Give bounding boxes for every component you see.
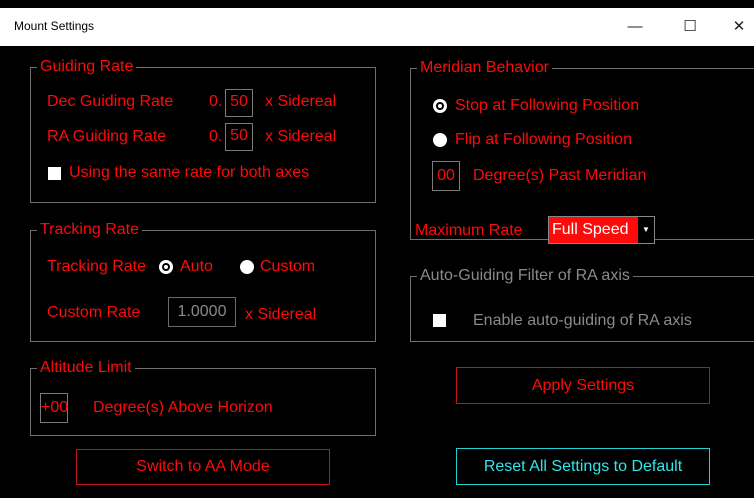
dec-guiding-rate-label: Dec Guiding Rate xyxy=(47,93,174,110)
custom-radio[interactable] xyxy=(240,260,254,274)
dec-guiding-rate-input[interactable]: 50 xyxy=(225,89,253,117)
ra-guiding-rate-input[interactable]: 50 xyxy=(225,123,253,151)
enable-auto-guiding-label: Enable auto-guiding of RA axis xyxy=(473,312,692,329)
enable-auto-guiding-checkbox[interactable] xyxy=(433,314,446,327)
ra-guiding-prefix: 0. xyxy=(209,128,223,145)
settings-panel: Guiding Rate Dec Guiding Rate 0. 50 x Si… xyxy=(0,46,754,498)
custom-label: Custom xyxy=(260,258,316,275)
stop-label: Stop at Following Position xyxy=(455,97,640,114)
guiding-rate-legend: Guiding Rate xyxy=(37,57,137,77)
guiding-rate-group: Guiding Rate Dec Guiding Rate 0. 50 x Si… xyxy=(30,57,376,203)
auto-radio[interactable] xyxy=(159,260,173,274)
maximize-button[interactable]: ☐ xyxy=(667,8,713,46)
auto-label: Auto xyxy=(180,258,213,275)
altitude-limit-group: Altitude Limit +00 Degree(s) Above Horiz… xyxy=(30,358,376,436)
apply-settings-button[interactable]: Apply Settings xyxy=(456,367,710,404)
altitude-limit-input[interactable]: +00 xyxy=(40,393,68,423)
degrees-past-meridian-label: Degree(s) Past Meridian xyxy=(473,167,647,184)
ra-guiding-rate-label: RA Guiding Rate xyxy=(47,128,167,145)
same-rate-label: Using the same rate for both axes xyxy=(69,164,310,181)
minimize-button[interactable]: — xyxy=(612,8,658,46)
altitude-limit-label: Degree(s) Above Horizon xyxy=(93,399,273,416)
custom-rate-label: Custom Rate xyxy=(47,304,141,321)
maximum-rate-label: Maximum Rate xyxy=(415,222,523,239)
switch-aa-mode-button[interactable]: Switch to AA Mode xyxy=(76,449,330,485)
window-title: Mount Settings xyxy=(14,19,95,33)
reset-defaults-button[interactable]: Reset All Settings to Default xyxy=(456,448,710,485)
flip-radio[interactable] xyxy=(433,133,447,147)
tracking-rate-legend: Tracking Rate xyxy=(37,220,142,240)
degrees-past-meridian-input[interactable]: 00 xyxy=(432,161,460,191)
custom-rate-unit: x Sidereal xyxy=(245,306,317,323)
flip-label: Flip at Following Position xyxy=(455,131,632,148)
meridian-behavior-legend: Meridian Behavior xyxy=(417,58,552,78)
meridian-behavior-group: Meridian Behavior Stop at Following Posi… xyxy=(410,58,754,240)
custom-rate-input[interactable]: 1.0000 xyxy=(168,297,236,327)
maximum-rate-select[interactable]: Full Speed ▼ xyxy=(548,216,655,244)
dropdown-arrow-icon: ▼ xyxy=(638,217,654,243)
close-button[interactable]: ✕ xyxy=(716,8,754,46)
altitude-limit-legend: Altitude Limit xyxy=(37,358,135,378)
same-rate-checkbox[interactable] xyxy=(48,167,61,180)
dec-unit-label: x Sidereal xyxy=(265,93,337,110)
stop-radio[interactable] xyxy=(433,99,447,113)
ra-unit-label: x Sidereal xyxy=(265,128,337,145)
title-bar: Mount Settings — ☐ ✕ xyxy=(0,8,754,46)
auto-guiding-filter-group: Auto-Guiding Filter of RA axis Enable au… xyxy=(410,266,754,342)
maximum-rate-value: Full Speed xyxy=(549,217,640,243)
tracking-rate-group: Tracking Rate Tracking Rate Auto Custom … xyxy=(30,220,376,342)
dec-guiding-prefix: 0. xyxy=(209,93,223,110)
tracking-rate-label: Tracking Rate xyxy=(47,258,146,275)
auto-guiding-filter-legend: Auto-Guiding Filter of RA axis xyxy=(417,266,633,286)
